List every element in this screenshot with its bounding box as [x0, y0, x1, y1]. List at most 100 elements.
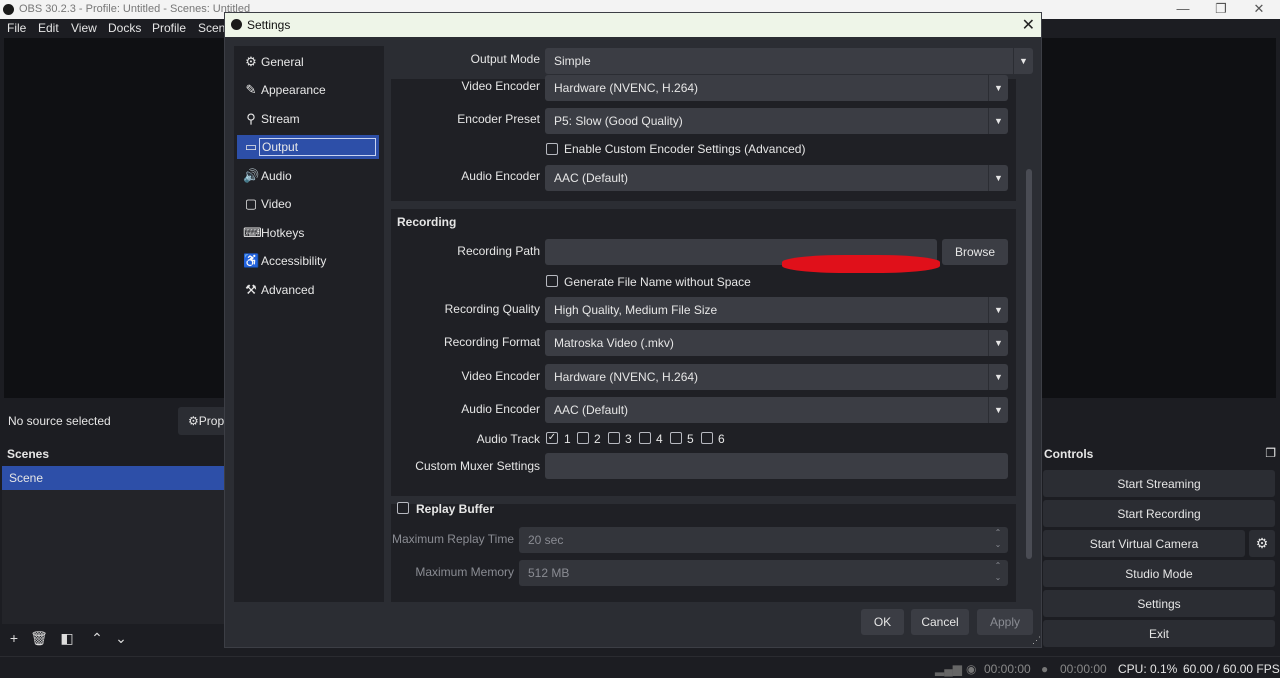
- chevron-down-icon: ▼: [988, 75, 1008, 101]
- nav-output[interactable]: ▭ Output: [237, 135, 379, 159]
- cpu-usage: CPU: 0.1%: [1118, 662, 1178, 676]
- chevron-down-icon: ▼: [988, 364, 1008, 390]
- audio-track-5-label: 5: [687, 432, 694, 446]
- nav-general[interactable]: ⚙ General: [237, 50, 379, 74]
- nav-stream[interactable]: ⚲ Stream: [237, 107, 379, 131]
- close-icon[interactable]: ✕: [1022, 15, 1035, 35]
- add-scene-icon[interactable]: +: [3, 630, 25, 650]
- nav-label: Hotkeys: [261, 226, 305, 240]
- encoder-preset-select[interactable]: P5: Slow (Good Quality) ▼: [545, 108, 1008, 134]
- scrollbar-thumb[interactable]: [1026, 169, 1032, 559]
- audio-track-1-checkbox[interactable]: ✓: [546, 432, 558, 444]
- nav-hotkeys[interactable]: ⌨ Hotkeys: [237, 221, 379, 245]
- audio-track-6-checkbox[interactable]: [701, 432, 713, 444]
- controls-dock: Controls ❐ Start Streaming Start Recordi…: [1043, 444, 1280, 654]
- content-scrollbar[interactable]: [1026, 81, 1032, 601]
- obs-logo-icon: [231, 19, 242, 30]
- max-memory-value: 512 MB: [528, 566, 570, 580]
- nav-appearance[interactable]: ✎ Appearance: [237, 78, 379, 102]
- custom-muxer-input[interactable]: [545, 453, 1008, 479]
- virtual-camera-settings-icon[interactable]: ⚙: [1249, 530, 1275, 557]
- minimize-icon[interactable]: —: [1173, 1, 1193, 16]
- chevron-down-icon: ▼: [988, 397, 1008, 423]
- recording-quality-value: High Quality, Medium File Size: [554, 303, 718, 317]
- stream-audio-encoder-label: Audio Encoder: [461, 169, 540, 183]
- rec-video-encoder-select[interactable]: Hardware (NVENC, H.264) ▼: [545, 364, 1008, 390]
- stream-time: 00:00:00: [984, 662, 1031, 676]
- replay-buffer-checkbox[interactable]: [397, 502, 409, 514]
- menu-profile[interactable]: Profile: [152, 21, 186, 35]
- audio-track-3-checkbox[interactable]: [608, 432, 620, 444]
- cancel-button[interactable]: Cancel: [911, 609, 969, 635]
- audio-track-1-label: 1: [564, 432, 571, 446]
- statusbar: ▂▄▆ ◉ 00:00:00 ● 00:00:00 CPU: 0.1% 60.0…: [0, 656, 1280, 678]
- nav-advanced[interactable]: ⚒ Advanced: [237, 278, 379, 302]
- recording-quality-select[interactable]: High Quality, Medium File Size ▼: [545, 297, 1008, 323]
- keyboard-icon: ⌨: [243, 225, 262, 240]
- move-down-icon[interactable]: ⌄: [110, 630, 132, 650]
- ok-button[interactable]: OK: [861, 609, 904, 635]
- custom-encoder-checkbox[interactable]: [546, 143, 558, 155]
- accessibility-icon: ♿: [243, 253, 260, 268]
- nav-label: Video: [261, 197, 292, 211]
- nav-video[interactable]: ▢ Video: [237, 192, 379, 216]
- nav-label: Stream: [261, 112, 300, 126]
- start-streaming-button[interactable]: Start Streaming: [1043, 470, 1275, 497]
- fps-readout: 60.00 / 60.00 FPS: [1183, 662, 1280, 676]
- undock-icon[interactable]: ❐: [1265, 446, 1276, 460]
- menu-scene-collection[interactable]: Scen: [198, 21, 225, 35]
- rec-video-encoder-value: Hardware (NVENC, H.264): [554, 370, 699, 384]
- start-virtual-camera-button[interactable]: Start Virtual Camera: [1043, 530, 1245, 557]
- spin-arrows-icon[interactable]: ⌃ ⌄: [988, 560, 1008, 586]
- max-replay-time-spinbox[interactable]: 20 sec ⌃ ⌄: [519, 527, 1008, 553]
- start-recording-button[interactable]: Start Recording: [1043, 500, 1275, 527]
- recording-format-select[interactable]: Matroska Video (.mkv) ▼: [545, 330, 1008, 356]
- apply-button[interactable]: Apply: [977, 609, 1033, 635]
- window-title: OBS 30.2.3 - Profile: Untitled - Scenes:…: [19, 3, 251, 15]
- output-icon: ▭: [244, 139, 258, 154]
- audio-track-2-checkbox[interactable]: [577, 432, 589, 444]
- menu-view[interactable]: View: [71, 21, 97, 35]
- scenes-header: Scenes: [7, 447, 50, 461]
- restore-icon[interactable]: ❐: [1211, 1, 1231, 17]
- record-time: 00:00:00: [1060, 662, 1107, 676]
- chevron-down-icon: ▼: [1013, 48, 1033, 74]
- audio-track-6-label: 6: [718, 432, 725, 446]
- move-up-icon[interactable]: ⌃: [86, 630, 108, 650]
- browse-button[interactable]: Browse: [942, 239, 1008, 265]
- replay-buffer-header: Replay Buffer: [416, 502, 495, 516]
- close-icon[interactable]: ✕: [1249, 1, 1269, 17]
- stream-video-encoder-select[interactable]: Hardware (NVENC, H.264) ▼: [545, 75, 1008, 101]
- resize-grip-icon[interactable]: ⋰: [1032, 635, 1041, 646]
- studio-mode-button[interactable]: Studio Mode: [1043, 560, 1275, 587]
- remove-scene-icon[interactable]: 🗑: [28, 630, 50, 650]
- rec-audio-encoder-select[interactable]: AAC (Default) ▼: [545, 397, 1008, 423]
- rec-audio-encoder-label: Audio Encoder: [461, 402, 540, 416]
- scene-filters-icon[interactable]: ◧: [56, 630, 78, 650]
- scene-item[interactable]: Scene: [2, 466, 224, 490]
- scenes-dock: Scenes Scene + 🗑 ◧ ⌃ ⌄: [0, 444, 224, 654]
- nav-accessibility[interactable]: ♿ Accessibility: [237, 249, 379, 273]
- exit-button[interactable]: Exit: [1043, 620, 1275, 647]
- menu-edit[interactable]: Edit: [38, 21, 59, 35]
- max-memory-spinbox[interactable]: 512 MB ⌃ ⌄: [519, 560, 1008, 586]
- filename-nospace-checkbox[interactable]: [546, 275, 558, 287]
- audio-track-4-label: 4: [656, 432, 663, 446]
- appearance-icon: ✎: [245, 82, 257, 97]
- record-icon: ●: [1041, 662, 1049, 676]
- menu-file[interactable]: File: [7, 21, 26, 35]
- stream-audio-encoder-select[interactable]: AAC (Default) ▼: [545, 165, 1008, 191]
- custom-muxer-label: Custom Muxer Settings: [415, 459, 540, 473]
- nav-audio[interactable]: 🔊 Audio: [237, 164, 379, 188]
- spin-arrows-icon[interactable]: ⌃ ⌄: [988, 527, 1008, 553]
- recording-format-value: Matroska Video (.mkv): [554, 336, 674, 350]
- output-mode-select[interactable]: Simple ▼: [545, 48, 1033, 74]
- settings-button[interactable]: Settings: [1043, 590, 1275, 617]
- menu-docks[interactable]: Docks: [108, 21, 141, 35]
- nav-label: Output: [259, 138, 376, 156]
- audio-track-4-checkbox[interactable]: [639, 432, 651, 444]
- audio-track-5-checkbox[interactable]: [670, 432, 682, 444]
- chevron-down-icon: ▼: [988, 165, 1008, 191]
- rec-video-encoder-label: Video Encoder: [461, 369, 540, 383]
- audio-track-label: Audio Track: [476, 432, 540, 446]
